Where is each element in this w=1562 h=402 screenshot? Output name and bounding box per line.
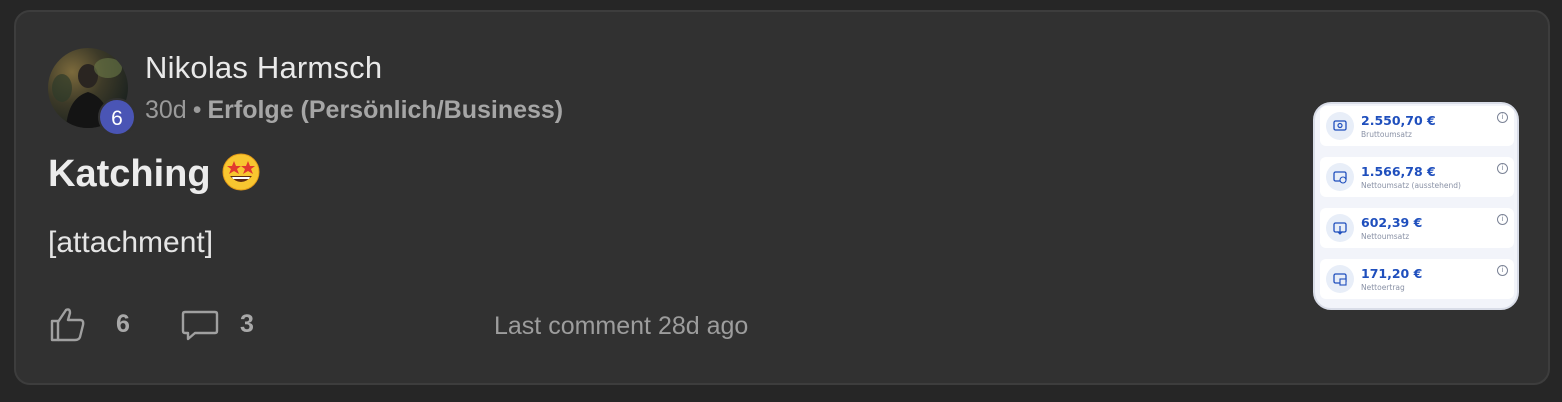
stat-value: 602,39 €: [1361, 215, 1423, 230]
post-age: 30d: [145, 96, 187, 124]
star-struck-emoji-icon: [222, 153, 260, 191]
post-body: [attachment]: [48, 226, 214, 259]
last-comment-time[interactable]: Last comment 28d ago: [494, 312, 748, 341]
category-link[interactable]: Erfolge (Persönlich/Business): [207, 96, 563, 124]
stat-value: 2.550,70 €: [1361, 113, 1436, 128]
thumbs-up-icon[interactable]: [48, 304, 88, 344]
payout-icon: [1326, 214, 1354, 242]
stat-gross-revenue: 2.550,70 € Bruttoumsatz i: [1320, 106, 1514, 146]
comment-count: 3: [240, 310, 254, 338]
info-icon: i: [1497, 265, 1508, 276]
stat-label: Nettoumsatz: [1361, 232, 1410, 241]
stat-net-revenue: 602,39 € Nettoumsatz i: [1320, 208, 1514, 248]
pending-money-icon: [1326, 163, 1354, 191]
meta-separator: •: [192, 96, 202, 124]
stat-value: 1.566,78 €: [1361, 164, 1436, 179]
post-title-text: Katching: [48, 153, 211, 195]
stat-label: Nettoumsatz (ausstehend): [1361, 181, 1461, 190]
level-badge: 6: [98, 98, 136, 136]
info-icon: i: [1497, 112, 1508, 123]
stat-net-revenue-pending: 1.566,78 € Nettoumsatz (ausstehend) i: [1320, 157, 1514, 197]
stat-net-profit: 171,20 € Nettoertrag i: [1320, 259, 1514, 299]
author-name[interactable]: Nikolas Harmsch: [145, 50, 382, 86]
post-card[interactable]: 6 Nikolas Harmsch 30d • Erfolge (Persönlic…: [14, 10, 1550, 385]
stat-label: Bruttoumsatz: [1361, 130, 1412, 139]
stat-value: 171,20 €: [1361, 266, 1423, 281]
money-icon: [1326, 112, 1354, 140]
stat-label: Nettoertrag: [1361, 283, 1405, 292]
comment-icon[interactable]: [180, 304, 220, 344]
post-title: Katching: [48, 152, 261, 196]
info-icon: i: [1497, 163, 1508, 174]
attachment-thumbnail[interactable]: 2.550,70 € Bruttoumsatz i 1.566,78 € Net…: [1313, 102, 1519, 310]
profit-icon: [1326, 265, 1354, 293]
post-meta: 30d • Erfolge (Persönlich/Business): [145, 96, 563, 125]
info-icon: i: [1497, 214, 1508, 225]
like-count: 6: [116, 310, 130, 338]
